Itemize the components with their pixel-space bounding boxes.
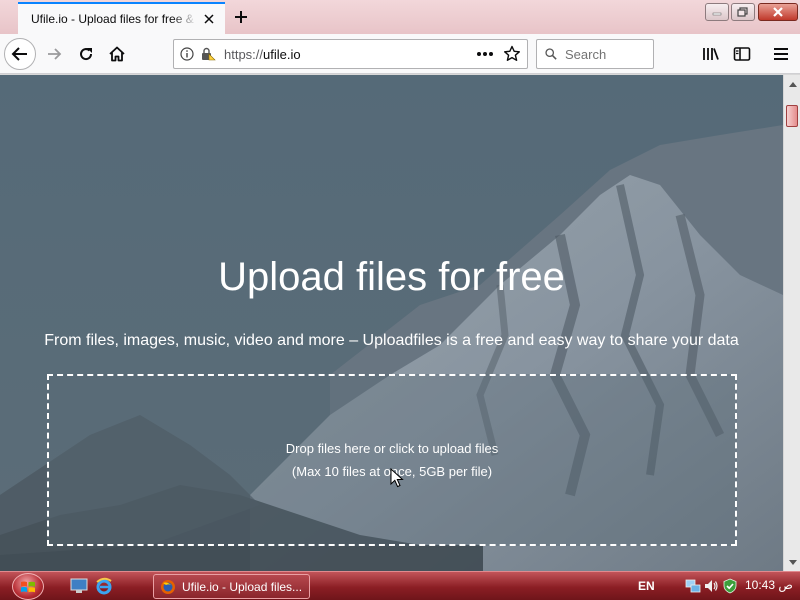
internet-explorer-icon[interactable] xyxy=(95,577,113,595)
start-button[interactable] xyxy=(10,572,46,600)
new-tab-button[interactable] xyxy=(230,6,252,28)
page-scrollbar[interactable] xyxy=(783,75,800,571)
show-desktop-icon[interactable] xyxy=(70,578,88,594)
network-icon[interactable] xyxy=(685,578,701,594)
hamburger-icon xyxy=(774,48,788,60)
back-button[interactable] xyxy=(4,38,36,70)
sidebar-button[interactable] xyxy=(726,38,758,70)
taskbar-firefox-window[interactable]: Ufile.io - Upload files... xyxy=(153,574,310,599)
reload-button[interactable] xyxy=(70,38,102,70)
tab-title: Ufile.io - Upload files for free & xyxy=(31,12,194,26)
web-page: Upload files for free From files, images… xyxy=(0,75,783,571)
insecure-lock-icon[interactable] xyxy=(200,47,216,61)
windows-taskbar: Ufile.io - Upload files... EN 10:43 ص xyxy=(0,571,800,600)
address-bar[interactable]: https://ufile.io xyxy=(173,39,528,69)
search-icon xyxy=(545,48,557,60)
window-close-button[interactable] xyxy=(758,3,798,21)
forward-button[interactable] xyxy=(38,38,70,70)
url-host: ufile.io xyxy=(263,46,301,62)
taskbar-window-title: Ufile.io - Upload files... xyxy=(182,579,303,594)
url-scheme: https:// xyxy=(224,46,264,62)
upload-dropzone[interactable]: Drop files here or click to upload files… xyxy=(47,374,737,546)
page-title: Upload files for free xyxy=(218,255,565,299)
navigation-toolbar: https://ufile.io xyxy=(0,34,800,74)
language-indicator[interactable]: EN xyxy=(638,579,655,593)
scroll-up-arrow-icon[interactable] xyxy=(784,75,800,92)
sidebar-icon xyxy=(733,47,751,61)
tab-close-icon[interactable] xyxy=(201,11,217,27)
search-input[interactable] xyxy=(565,46,645,62)
scroll-down-arrow-icon[interactable] xyxy=(784,554,800,571)
url-text[interactable]: https://ufile.io xyxy=(224,47,476,62)
dropzone-instruction: Drop files here or click to upload files xyxy=(285,441,499,456)
system-clock[interactable]: 10:43 ص xyxy=(745,578,793,592)
volume-icon[interactable] xyxy=(703,578,719,594)
library-icon xyxy=(703,48,719,60)
windows-logo-icon xyxy=(21,581,35,592)
home-button[interactable] xyxy=(101,38,133,70)
page-actions-icon[interactable] xyxy=(476,51,494,57)
info-icon[interactable] xyxy=(180,47,194,61)
mouse-cursor-icon xyxy=(390,468,404,488)
browser-tab-active[interactable]: Ufile.io - Upload files for free & xyxy=(18,2,225,34)
bookmark-star-icon[interactable] xyxy=(503,45,521,63)
reload-icon xyxy=(80,48,93,61)
security-shield-icon[interactable] xyxy=(722,578,738,594)
forward-arrow-icon xyxy=(48,48,62,60)
firefox-icon xyxy=(161,579,175,594)
window-restore-button[interactable] xyxy=(731,3,755,21)
back-arrow-icon xyxy=(11,47,27,61)
tab-strip: Ufile.io - Upload files for free & xyxy=(0,0,800,34)
window-minimize-button[interactable] xyxy=(705,3,729,21)
hamburger-menu-button[interactable] xyxy=(765,38,797,70)
library-button[interactable] xyxy=(695,38,727,70)
page-subtitle: From files, images, music, video and mor… xyxy=(44,332,739,349)
search-box[interactable] xyxy=(536,39,654,69)
scroll-thumb[interactable] xyxy=(786,105,798,127)
home-icon xyxy=(109,46,125,62)
